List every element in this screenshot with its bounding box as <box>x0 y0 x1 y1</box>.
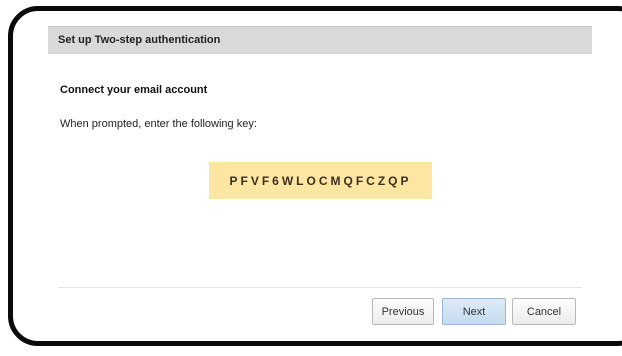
instruction-text: When prompted, enter the following key: <box>60 118 257 130</box>
previous-button[interactable]: Previous <box>372 298 434 325</box>
dialog-titlebar: Set up Two-step authentication <box>48 26 592 54</box>
two-step-setup-dialog: Set up Two-step authentication Connect y… <box>48 26 592 338</box>
section-heading: Connect your email account <box>60 84 208 96</box>
secret-key: PFVF6WLOCMQFCZQP <box>229 173 412 188</box>
secret-key-box: PFVF6WLOCMQFCZQP <box>209 162 432 199</box>
dialog-title: Set up Two-step authentication <box>58 34 221 46</box>
next-button[interactable]: Next <box>442 298 506 325</box>
cancel-button[interactable]: Cancel <box>512 298 576 325</box>
footer-divider <box>58 287 582 288</box>
